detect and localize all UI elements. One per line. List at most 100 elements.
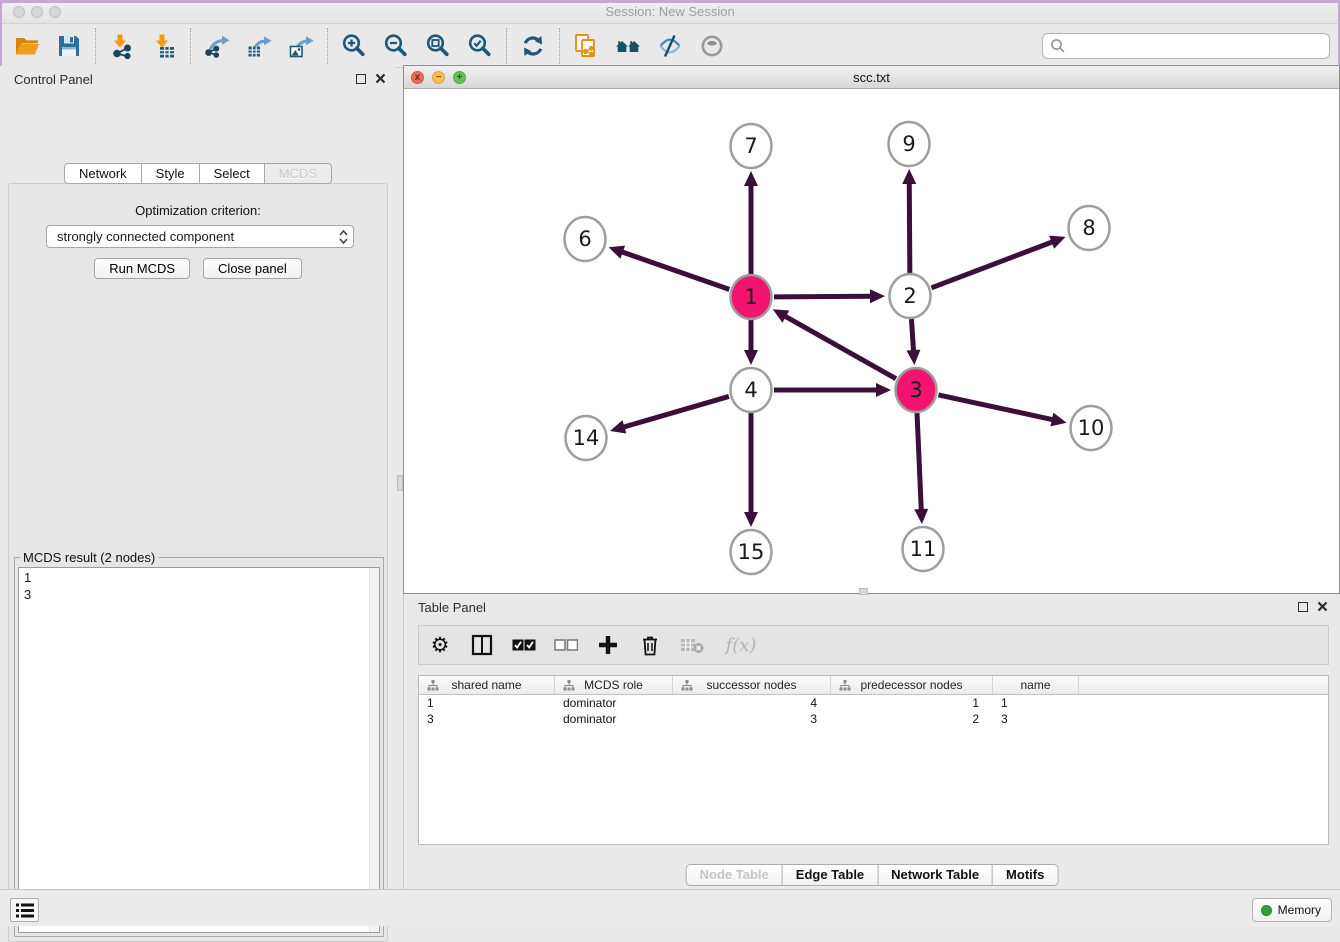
graph-node-label: 3 xyxy=(909,378,922,402)
first-neighbors-button[interactable] xyxy=(611,29,645,63)
select-all-button[interactable] xyxy=(511,632,537,658)
tab-node-table[interactable]: Node Table xyxy=(686,864,783,886)
clone-network-button[interactable] xyxy=(569,29,603,63)
graph-edge[interactable] xyxy=(911,319,913,352)
mcds-result-title: MCDS result (2 nodes) xyxy=(20,550,158,565)
column-header-shared-name[interactable]: shared name xyxy=(419,676,555,694)
zoom-selected-button[interactable] xyxy=(463,29,497,63)
zoom-out-button[interactable] xyxy=(379,29,413,63)
node-table: shared name MCDS role successor nodes xyxy=(418,675,1329,845)
column-header-name[interactable]: name xyxy=(993,676,1079,694)
export-image-button[interactable] xyxy=(284,29,318,63)
graph-edge[interactable] xyxy=(774,296,872,297)
homes-icon xyxy=(615,33,641,59)
tab-select[interactable]: Select xyxy=(200,163,265,184)
tab-edge-table[interactable]: Edge Table xyxy=(783,864,878,886)
memory-button[interactable]: Memory xyxy=(1252,898,1332,922)
graph-edge[interactable] xyxy=(917,413,921,511)
import-table-icon xyxy=(151,33,177,59)
graph-edge-arrowhead xyxy=(906,350,920,365)
deselect-all-button[interactable] xyxy=(553,632,579,658)
graph-node-label: 2 xyxy=(903,284,916,308)
horizontal-splitter-handle[interactable] xyxy=(859,588,868,595)
export-table-icon xyxy=(246,33,272,59)
close-panel-icon[interactable] xyxy=(375,73,386,84)
graph-edge[interactable] xyxy=(622,396,728,427)
graph-edge-arrowhead xyxy=(1050,413,1066,427)
memory-label: Memory xyxy=(1278,903,1321,917)
hide-graphics-button[interactable] xyxy=(653,29,687,63)
graph-edge[interactable] xyxy=(909,182,910,273)
delete-table-button[interactable] xyxy=(679,632,705,658)
refresh-button[interactable] xyxy=(516,29,550,63)
graph-edge-arrowhead xyxy=(876,383,891,397)
import-network-button[interactable] xyxy=(105,29,139,63)
show-columns-button[interactable] xyxy=(469,632,495,658)
columns-icon xyxy=(471,634,493,656)
table-row[interactable]: 1 dominator 4 1 1 xyxy=(419,695,1328,711)
task-history-button[interactable] xyxy=(10,898,39,922)
graph-edge[interactable] xyxy=(938,395,1053,420)
graph-node-label: 11 xyxy=(910,537,937,561)
float-panel-icon[interactable] xyxy=(356,74,366,84)
table-header-row: shared name MCDS role successor nodes xyxy=(419,676,1328,695)
function-builder-button[interactable]: f(x) xyxy=(721,632,761,658)
export-network-button[interactable] xyxy=(200,29,234,63)
hierarchy-icon xyxy=(427,680,439,691)
network-canvas[interactable]: 1234678910111415 xyxy=(404,89,1339,593)
open-session-button[interactable] xyxy=(10,29,44,63)
toolbar-separator xyxy=(559,28,560,64)
cell-mcds-role: dominator xyxy=(555,712,673,726)
control-panel-title: Control Panel xyxy=(14,72,93,87)
tab-network[interactable]: Network xyxy=(64,163,142,184)
search-input[interactable] xyxy=(1042,33,1330,59)
vertical-splitter-handle[interactable] xyxy=(397,475,403,491)
graph-node-label: 14 xyxy=(573,426,600,450)
save-session-button[interactable] xyxy=(52,29,86,63)
tab-network-table[interactable]: Network Table xyxy=(878,864,993,886)
column-header-mcds-role[interactable]: MCDS role xyxy=(555,676,673,694)
tab-motifs[interactable]: Motifs xyxy=(993,864,1058,886)
close-panel-button[interactable]: Close panel xyxy=(203,258,302,279)
show-graphics-button[interactable] xyxy=(695,29,729,63)
column-header-successor-nodes[interactable]: successor nodes xyxy=(673,676,831,694)
zoom-fit-button[interactable] xyxy=(421,29,455,63)
zoom-in-button[interactable] xyxy=(337,29,371,63)
column-label: MCDS role xyxy=(584,678,643,692)
column-label: name xyxy=(1020,678,1050,692)
window-border-top xyxy=(0,0,1340,3)
save-icon xyxy=(56,33,82,59)
copy-network-icon xyxy=(573,33,599,59)
toolbar-separator xyxy=(327,28,328,64)
float-panel-icon[interactable] xyxy=(1298,602,1308,612)
result-scrollbar[interactable] xyxy=(369,568,379,932)
hierarchy-icon xyxy=(563,680,575,691)
window-border-left xyxy=(0,0,2,66)
graph-edge[interactable] xyxy=(621,252,729,290)
optimization-criterion-select[interactable]: strongly connected component xyxy=(46,225,354,248)
tab-style[interactable]: Style xyxy=(142,163,200,184)
run-mcds-button[interactable]: Run MCDS xyxy=(94,258,190,279)
table-settings-button[interactable]: ⚙ xyxy=(427,632,453,658)
main-toolbar xyxy=(0,24,1340,68)
column-label: successor nodes xyxy=(706,678,796,692)
graph-edge[interactable] xyxy=(932,241,1054,287)
column-label: predecessor nodes xyxy=(860,678,962,692)
checked-boxes-icon xyxy=(512,639,536,651)
refresh-icon xyxy=(520,33,546,59)
export-network-icon xyxy=(204,33,230,59)
graph-node-label: 9 xyxy=(902,132,915,156)
column-header-predecessor-nodes[interactable]: predecessor nodes xyxy=(831,676,993,694)
delete-column-button[interactable] xyxy=(637,632,663,658)
mcds-result-text[interactable]: 1 3 xyxy=(18,567,380,933)
tab-mcds[interactable]: MCDS xyxy=(265,163,332,184)
add-column-button[interactable] xyxy=(595,632,621,658)
import-table-button[interactable] xyxy=(147,29,181,63)
close-panel-icon[interactable] xyxy=(1317,601,1328,612)
export-image-icon xyxy=(288,33,314,59)
table-row[interactable]: 3 dominator 3 2 3 xyxy=(419,711,1328,727)
cell-mcds-role: dominator xyxy=(555,696,673,710)
export-table-button[interactable] xyxy=(242,29,276,63)
graph-node-label: 6 xyxy=(578,227,591,251)
graph-edge[interactable] xyxy=(784,316,896,379)
